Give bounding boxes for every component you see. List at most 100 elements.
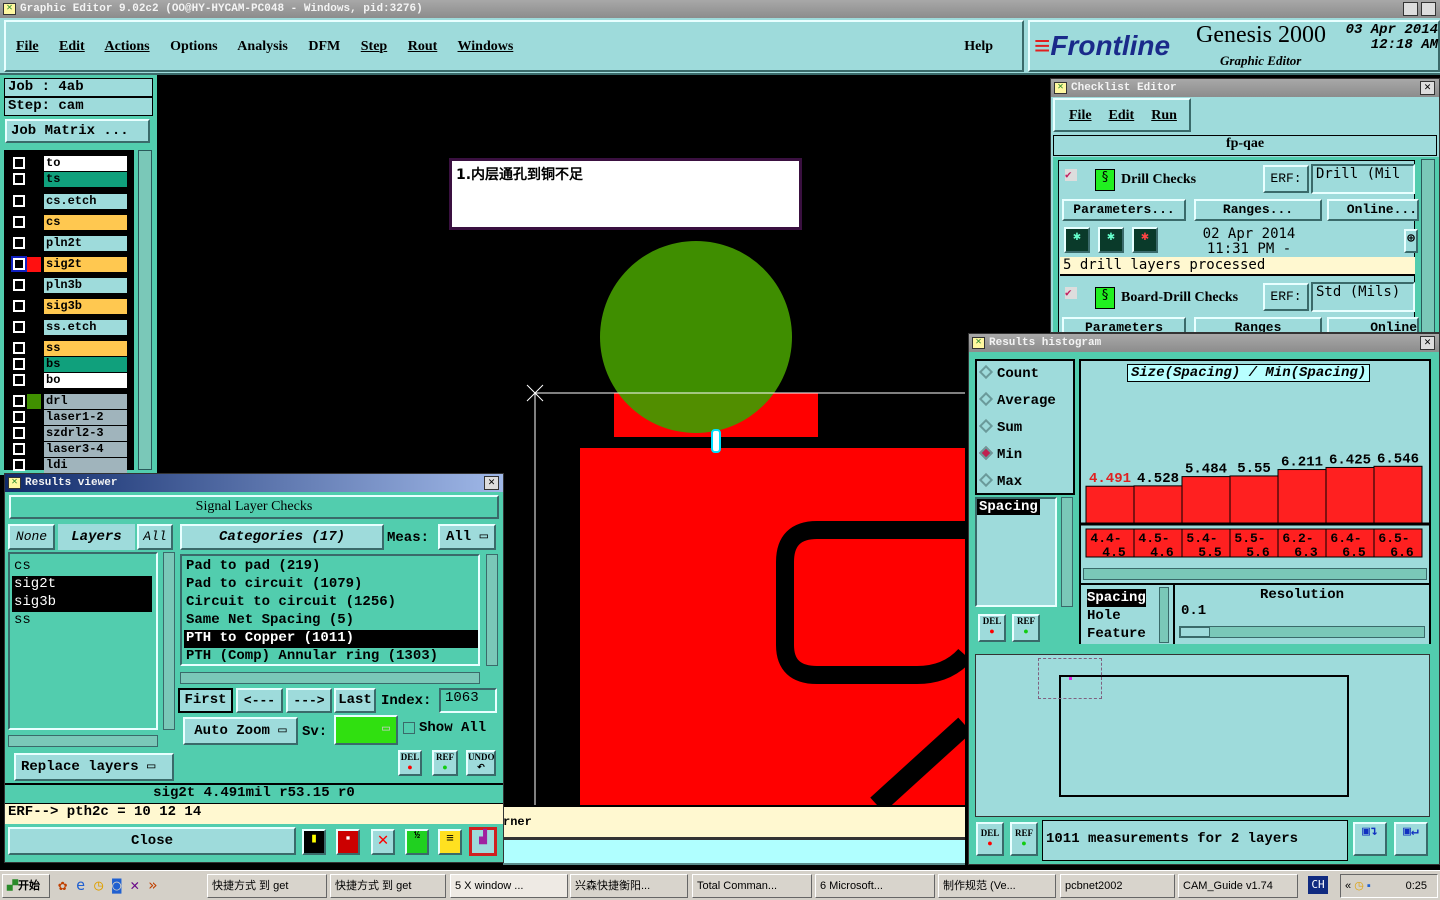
undo-button[interactable]: UNDO ↶ [466, 750, 496, 776]
layer-checkbox[interactable] [13, 300, 25, 312]
histogram-bar[interactable] [1133, 485, 1183, 524]
layers-none-button[interactable]: None [8, 524, 55, 550]
layer-item[interactable]: sig2t [44, 257, 127, 272]
layer-checkbox[interactable] [13, 321, 25, 333]
type-item[interactable]: Feature [1087, 625, 1146, 643]
result-layer-item[interactable]: sig2t [12, 576, 152, 594]
auto-zoom-dropdown[interactable]: Auto Zoom ▭ [183, 717, 298, 745]
menu-options[interactable]: Options [170, 39, 217, 54]
category-item[interactable]: Pad to circuit (1079) [184, 576, 478, 594]
replace-layers-dropdown[interactable]: Replace layers ▭ [14, 753, 174, 781]
category-list[interactable]: Pad to pad (219) Pad to circuit (1079) Cir… [180, 554, 480, 666]
mode-radio-min[interactable]: Min [977, 442, 1073, 469]
layer-item[interactable]: sig3b [44, 299, 127, 314]
layer-checkbox[interactable] [13, 279, 25, 291]
del-button[interactable]: DEL ● [976, 822, 1004, 856]
drill-checks-checkbox[interactable]: ✔ [1065, 169, 1077, 181]
ranges-button[interactable]: Ranges [1194, 317, 1322, 332]
show-all-checkbox[interactable] [403, 722, 415, 734]
result-layer-item[interactable]: cs [12, 558, 152, 576]
category-item[interactable]: Circuit to circuit (1256) [184, 594, 478, 612]
layer-item[interactable]: pln2t [44, 236, 127, 251]
type-item[interactable]: Spacing [1087, 589, 1146, 607]
layer-item[interactable]: szdrl2-3 [44, 426, 127, 441]
layer-item[interactable]: drl [44, 394, 127, 409]
layer-checkbox[interactable] [13, 427, 25, 439]
mode-radio-max[interactable]: Max [977, 469, 1073, 496]
layer-list-hscroll[interactable] [8, 735, 158, 747]
close-icon[interactable]: ✕ [1420, 81, 1435, 95]
layer-checkbox[interactable] [13, 173, 25, 185]
taskbar-item[interactable]: Total Comman... [692, 874, 812, 898]
layer-color-swatch[interactable] [27, 257, 41, 272]
notes-icon[interactable]: ≡ [438, 829, 462, 855]
taskbar-item[interactable]: 快捷方式 到 get [207, 874, 327, 898]
start-button[interactable]: ▞开始 [2, 874, 50, 898]
layer-checkbox[interactable] [13, 358, 25, 370]
result-layer-item[interactable]: sig3b [12, 594, 152, 612]
layer-item[interactable]: bs [44, 357, 127, 372]
ref-button[interactable]: REF ● [1012, 614, 1040, 642]
category-item[interactable]: Same Net Spacing (5) [184, 612, 478, 630]
taskbar-item[interactable]: 6 Microsoft... [815, 874, 935, 898]
clock[interactable]: 0:25 [1406, 875, 1427, 897]
meas-dropdown[interactable]: All ▭ [438, 524, 496, 550]
parameters-button[interactable]: Parameters [1062, 317, 1186, 332]
run-fail-icon[interactable]: ✱ [1132, 227, 1158, 253]
layer-checkbox[interactable] [13, 443, 25, 455]
layer-item[interactable]: ts [44, 172, 127, 187]
menu-file[interactable]: File [16, 39, 39, 54]
quicklaunch-icons[interactable]: ✿ e ◷ ◙ ✕ » [58, 876, 157, 894]
histogram-icon[interactable]: ▟ [469, 827, 497, 856]
layer-list-scrollbar[interactable] [138, 150, 152, 470]
layer-checkbox[interactable] [13, 237, 25, 249]
results-layer-list[interactable]: cs sig2t sig3b ss [8, 552, 158, 730]
measure-list[interactable]: Spacing [975, 497, 1057, 607]
histogram-bar[interactable] [1085, 485, 1135, 524]
category-vscroll[interactable] [486, 554, 498, 666]
category-item[interactable]: Pad to pad (219) [184, 558, 478, 576]
report-icon[interactable]: ▮ [302, 829, 326, 855]
ranges-button[interactable]: Ranges... [1194, 199, 1322, 221]
type-item[interactable]: Hole [1087, 607, 1146, 625]
close-button[interactable]: Close [8, 827, 296, 855]
erf-delete-icon[interactable]: ✕ [371, 829, 395, 855]
layer-item[interactable]: laser1-2 [44, 410, 127, 425]
layer-item[interactable]: ss.etch [44, 320, 127, 335]
layer-item[interactable]: pln3b [44, 278, 127, 293]
layer-checkbox[interactable] [13, 395, 25, 407]
menu-rout[interactable]: Rout [408, 39, 438, 54]
export-icon[interactable]: ▣↴ [1353, 822, 1387, 856]
menu-dfm[interactable]: DFM [308, 39, 340, 54]
run-icon[interactable]: ✱ [1064, 227, 1090, 253]
checklist-menu-run[interactable]: Run [1151, 108, 1177, 123]
histogram-hscroll[interactable] [1083, 568, 1427, 580]
taskbar-item[interactable]: 制作规范 (Ve... [938, 874, 1056, 898]
minimize-button[interactable] [1403, 2, 1418, 16]
layer-item[interactable]: laser3-4 [44, 442, 127, 457]
category-item[interactable]: PTH to Copper (1011) [184, 630, 478, 648]
layer-checkbox[interactable] [13, 459, 25, 471]
layer-checkbox[interactable] [13, 157, 25, 169]
next-button[interactable]: ---> [286, 688, 332, 713]
index-input[interactable]: 1063 [439, 688, 497, 713]
menu-help[interactable]: Help [964, 39, 993, 55]
prev-button[interactable]: <--- [236, 688, 283, 713]
del-button[interactable]: DEL ● [398, 750, 422, 776]
layer-item[interactable]: ldi [44, 458, 127, 473]
layer-item[interactable]: to [44, 156, 127, 171]
command-line[interactable] [503, 840, 965, 865]
histogram-bar[interactable] [1229, 475, 1279, 524]
board-drill-checkbox[interactable]: ✔ [1065, 287, 1077, 299]
layer-checkbox[interactable] [13, 195, 25, 207]
taskbar-item[interactable]: CAM_Guide v1.74 [1178, 874, 1298, 898]
ref-button[interactable]: REF ● [432, 750, 458, 776]
ref-button[interactable]: REF ● [1010, 822, 1038, 856]
measure-item[interactable]: Spacing [977, 499, 1040, 515]
layer-checkbox[interactable] [13, 411, 25, 423]
checklist-menu-edit[interactable]: Edit [1109, 108, 1135, 123]
measure-scrollbar[interactable] [1061, 497, 1073, 607]
del-button[interactable]: DEL ● [978, 614, 1006, 642]
menu-step[interactable]: Step [361, 39, 387, 54]
result-layer-item[interactable]: ss [12, 612, 152, 630]
